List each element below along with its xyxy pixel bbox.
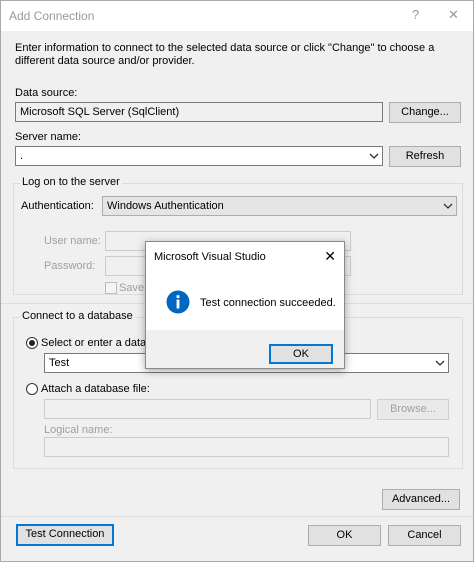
database-group-title: Connect to a database xyxy=(20,310,135,322)
close-icon[interactable]: ✕ xyxy=(448,7,459,23)
instructions-text: Enter information to connect to the sele… xyxy=(15,42,435,67)
browse-button[interactable]: Browse... xyxy=(377,399,449,420)
info-icon xyxy=(166,290,190,314)
message-box-title: Microsoft Visual Studio xyxy=(154,251,266,263)
database-name-value: Test xyxy=(49,357,70,369)
attach-database-label: Attach a database file: xyxy=(41,383,150,395)
logical-name-input[interactable] xyxy=(44,437,449,457)
authentication-label: Authentication: xyxy=(21,200,94,212)
authentication-combo[interactable]: Windows Authentication xyxy=(102,196,457,216)
select-database-radio[interactable] xyxy=(26,337,38,349)
server-name-value: . xyxy=(20,150,24,162)
attach-database-radio[interactable] xyxy=(26,383,38,395)
database-file-input[interactable] xyxy=(44,399,371,419)
message-box: Microsoft Visual Studio ✕ Test connectio… xyxy=(145,241,345,369)
chevron-down-icon[interactable] xyxy=(435,358,445,368)
add-connection-dialog: Add Connection ? ✕ Enter information to … xyxy=(0,0,474,562)
window-title: Add Connection xyxy=(9,9,95,23)
data-source-label: Data source: xyxy=(15,87,78,99)
title-bar: Add Connection ? ✕ xyxy=(1,1,473,31)
test-connection-button[interactable]: Test Connection xyxy=(16,524,114,546)
save-password-checkbox[interactable] xyxy=(105,282,117,294)
chevron-down-icon[interactable] xyxy=(443,201,453,211)
close-icon[interactable]: ✕ xyxy=(324,248,336,265)
separator xyxy=(1,516,473,517)
advanced-button[interactable]: Advanced... xyxy=(382,489,460,510)
message-box-footer: OK xyxy=(146,330,344,368)
cancel-button[interactable]: Cancel xyxy=(388,525,461,546)
chevron-down-icon[interactable] xyxy=(369,151,379,161)
help-icon[interactable]: ? xyxy=(412,7,419,22)
message-text: Test connection succeeded. xyxy=(200,297,336,309)
user-name-label: User name: xyxy=(44,235,101,247)
change-button[interactable]: Change... xyxy=(389,102,461,123)
refresh-button[interactable]: Refresh xyxy=(389,146,461,167)
logical-name-label: Logical name: xyxy=(44,424,113,436)
server-name-combo[interactable]: . xyxy=(15,146,383,166)
message-ok-button[interactable]: OK xyxy=(269,344,333,364)
data-source-field: Microsoft SQL Server (SqlClient) xyxy=(15,102,383,122)
authentication-value: Windows Authentication xyxy=(107,200,224,212)
ok-button[interactable]: OK xyxy=(308,525,381,546)
logon-group-title: Log on to the server xyxy=(20,176,122,188)
select-database-label: Select or enter a databa xyxy=(41,337,159,349)
server-name-label: Server name: xyxy=(15,131,82,143)
password-label: Password: xyxy=(44,260,96,272)
